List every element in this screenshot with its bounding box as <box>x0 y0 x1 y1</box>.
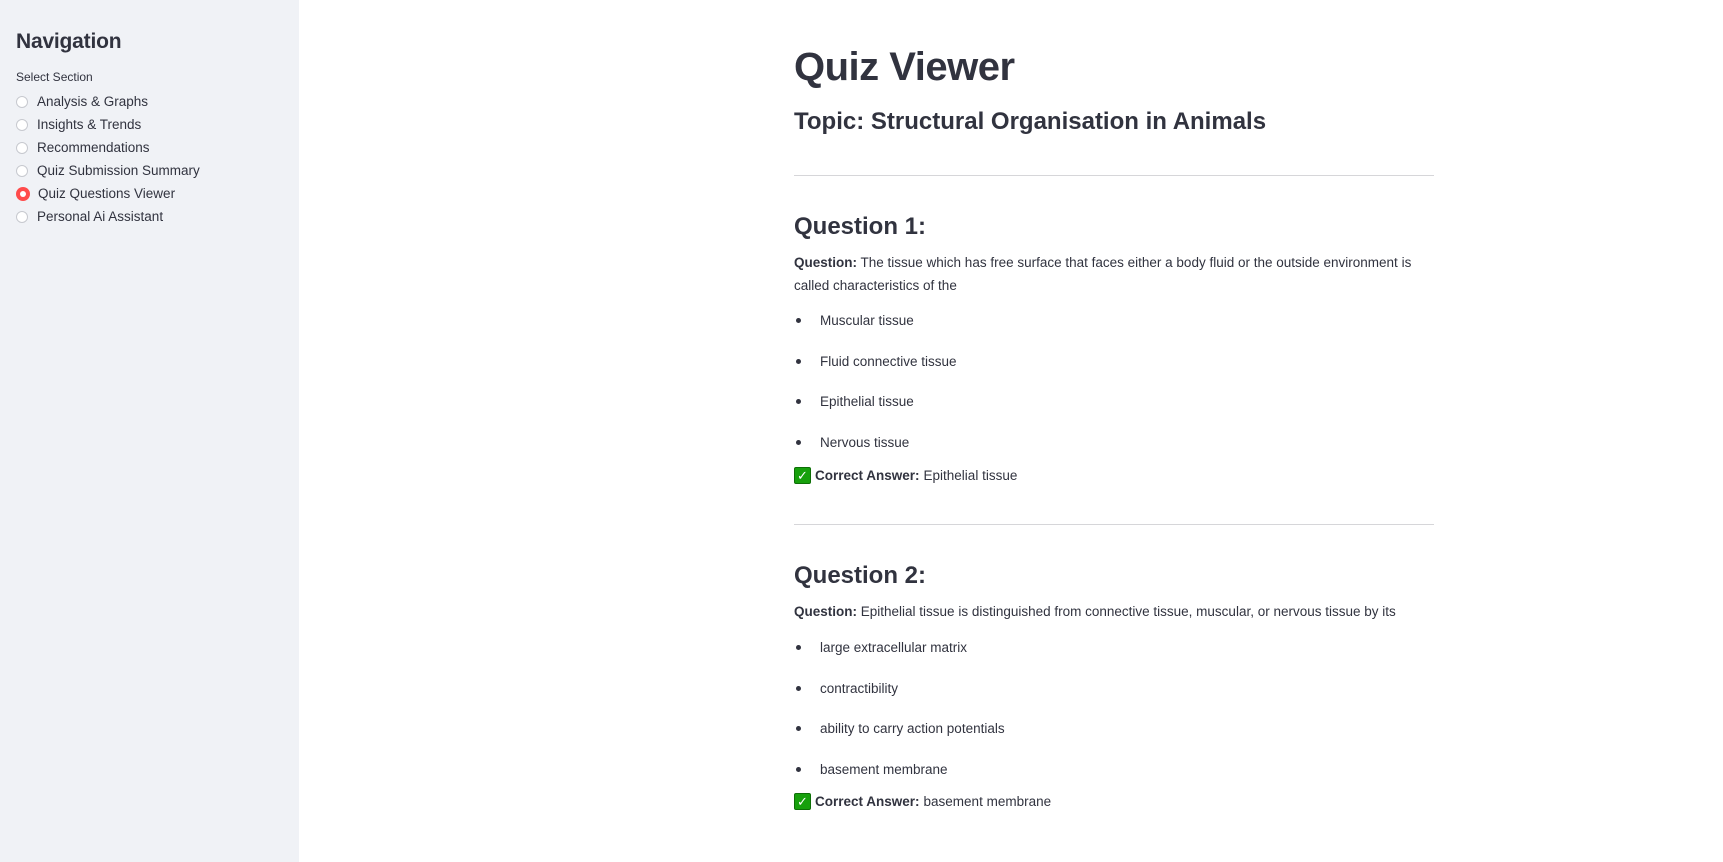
list-item: ability to carry action potentials <box>794 709 1434 750</box>
question-text: Question: The tissue which has free surf… <box>794 251 1434 297</box>
sidebar: Navigation Select Section Analysis & Gra… <box>0 0 299 862</box>
app-root: Navigation Select Section Analysis & Gra… <box>0 0 1723 862</box>
correct-answer: ✓ Correct Answer: basement membrane <box>794 790 1434 812</box>
question-body: The tissue which has free surface that f… <box>794 255 1412 293</box>
correct-answer: ✓ Correct Answer: Epithelial tissue <box>794 464 1434 486</box>
content-column: Quiz Viewer Topic: Structural Organisati… <box>794 0 1434 812</box>
option-text: Fluid connective tissue <box>820 353 957 369</box>
option-text: Nervous tissue <box>820 434 910 450</box>
bullet-icon <box>796 645 801 650</box>
list-item: basement membrane <box>794 750 1434 791</box>
divider <box>794 175 1434 176</box>
check-mark-icon: ✓ <box>794 792 811 810</box>
radio-option-quiz-submission-summary[interactable]: Quiz Submission Summary <box>16 159 283 182</box>
radio-button-selected[interactable] <box>16 186 30 201</box>
question-body: Epithelial tissue is distinguished from … <box>860 604 1396 619</box>
option-list: Muscular tissue Fluid connective tissue … <box>794 301 1434 463</box>
radio-button[interactable] <box>16 95 28 108</box>
question-heading: Question 2: <box>794 562 927 589</box>
radio-option-label: Quiz Questions Viewer <box>38 186 176 201</box>
question-prefix: Question: <box>794 604 857 619</box>
page-title: Quiz Viewer <box>794 45 1015 89</box>
radio-option-recommendations[interactable]: Recommendations <box>16 136 283 159</box>
radio-option-label: Quiz Submission Summary <box>37 163 200 178</box>
bullet-icon <box>796 726 801 731</box>
answer-prefix: Correct Answer: <box>815 793 920 809</box>
radio-option-label: Personal Ai Assistant <box>37 209 164 224</box>
bullet-icon <box>796 399 801 404</box>
radio-option-label: Recommendations <box>37 140 150 155</box>
bullet-icon <box>796 318 801 323</box>
question-block-2: Question 2: Question: Epithelial tissue … <box>794 562 1434 812</box>
section-radio-group: Analysis & Graphs Insights & Trends Reco… <box>16 90 283 228</box>
main-content: Quiz Viewer Topic: Structural Organisati… <box>299 0 1723 862</box>
option-list: large extracellular matrix contractibili… <box>794 628 1434 790</box>
list-item: Nervous tissue <box>794 423 1434 464</box>
radio-option-analysis-graphs[interactable]: Analysis & Graphs <box>16 90 283 113</box>
list-item: Muscular tissue <box>794 301 1434 342</box>
check-mark-icon: ✓ <box>794 466 811 484</box>
list-item: Epithelial tissue <box>794 382 1434 423</box>
select-section-label: Select Section <box>16 70 93 84</box>
radio-option-insights-trends[interactable]: Insights & Trends <box>16 113 283 136</box>
question-prefix: Question: <box>794 255 857 270</box>
question-block-1: Question 1: Question: The tissue which h… <box>794 213 1434 486</box>
radio-button[interactable] <box>16 141 28 154</box>
question-heading: Question 1: <box>794 213 927 240</box>
bullet-icon <box>796 766 801 772</box>
bullet-icon <box>796 358 801 364</box>
answer-text: basement membrane <box>923 793 1052 809</box>
option-text: Epithelial tissue <box>820 394 914 409</box>
list-item: large extracellular matrix <box>794 628 1434 669</box>
option-text: basement membrane <box>820 761 948 777</box>
answer-text: Epithelial tissue <box>923 467 1018 483</box>
option-text: contractibility <box>820 680 899 696</box>
option-text: large extracellular matrix <box>820 640 968 655</box>
list-item: contractibility <box>794 669 1434 710</box>
topic-heading: Topic: Structural Organisation in Animal… <box>794 108 1267 135</box>
radio-option-quiz-questions-viewer[interactable]: Quiz Questions Viewer <box>16 182 283 205</box>
option-text: Muscular tissue <box>820 313 914 328</box>
radio-button[interactable] <box>16 118 28 131</box>
list-item: Fluid connective tissue <box>794 342 1434 383</box>
radio-option-label: Analysis & Graphs <box>37 94 149 109</box>
option-text: ability to carry action potentials <box>820 721 1005 736</box>
radio-option-personal-ai-assistant[interactable]: Personal Ai Assistant <box>16 205 283 228</box>
bullet-icon <box>796 439 801 445</box>
radio-button[interactable] <box>16 164 28 177</box>
bullet-icon <box>796 685 801 691</box>
question-text: Question: Epithelial tissue is distingui… <box>794 600 1434 623</box>
divider <box>794 524 1434 525</box>
radio-option-label: Insights & Trends <box>37 117 142 132</box>
sidebar-title: Navigation <box>16 30 122 53</box>
radio-button[interactable] <box>16 210 28 223</box>
answer-prefix: Correct Answer: <box>815 467 920 483</box>
